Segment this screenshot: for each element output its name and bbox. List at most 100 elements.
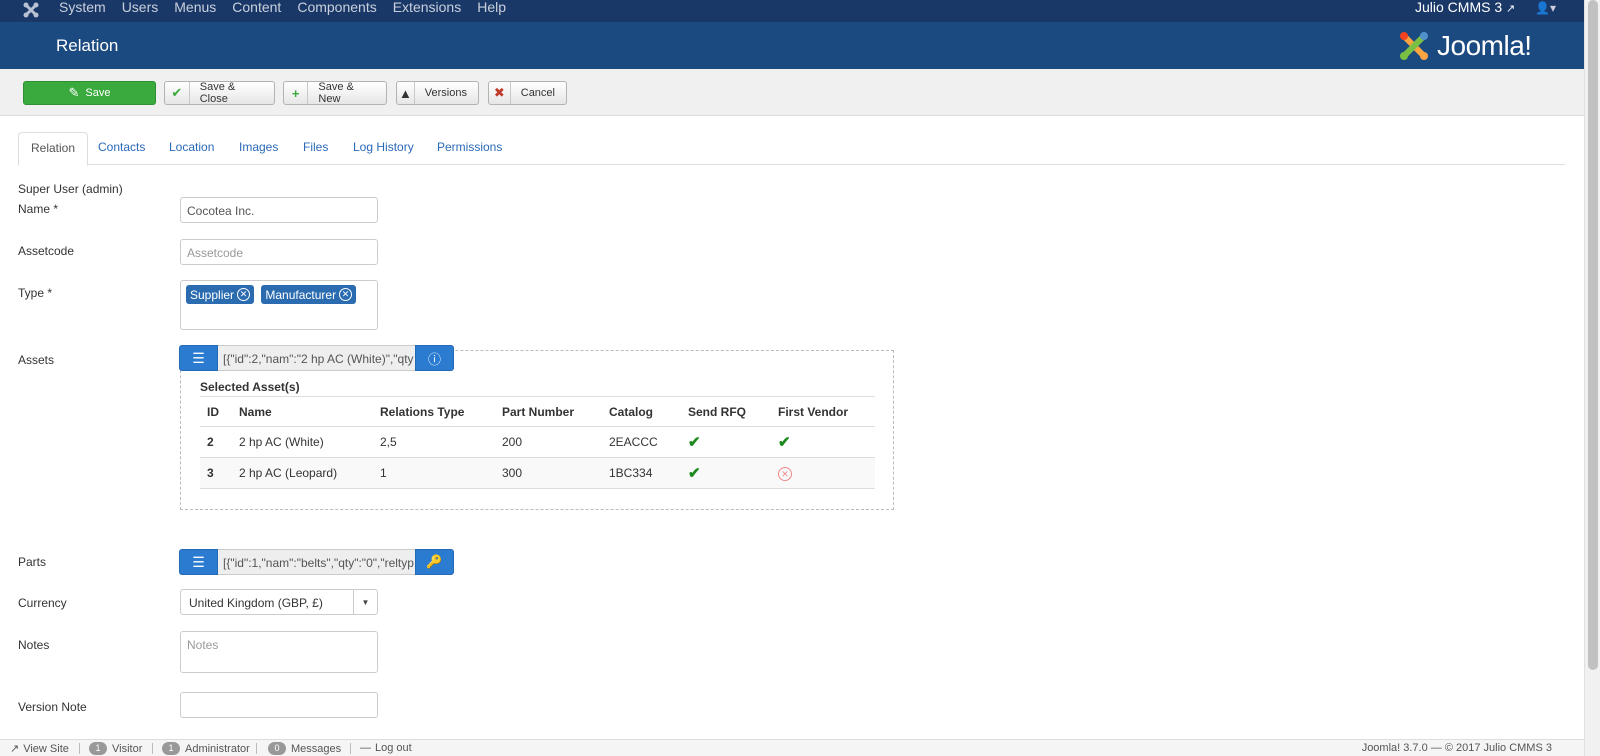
cancel-label: Cancel [520,87,555,99]
tab-files[interactable]: Files [291,132,340,165]
joomla-wordmark: Joomla! [1437,30,1532,61]
user-icon[interactable]: 👤▾ [1535,1,1556,15]
scrollbar-thumb[interactable] [1588,0,1598,670]
admin-label: Administrator [185,742,250,755]
tab-permissions[interactable]: Permissions [425,132,514,165]
cell-catalog: 2EACCC [602,426,681,458]
tab-log-history[interactable]: Log History [341,132,426,165]
tab-relation[interactable]: Relation [18,132,89,166]
chip-label: Manufacturer [265,287,337,302]
menu-system[interactable]: System [59,0,106,15]
toolbar: ✎ Save ✔ Save & Close + Save & New ▲ Ver… [0,69,1584,116]
table-row: 2 2 hp AC (White) 2,5 200 2EACCC ✔ ✔ [200,426,875,458]
col-first-vendor: First Vendor [771,396,875,427]
versions-button[interactable]: ▲ Versions [396,81,479,105]
versions-label: Versions [424,87,467,99]
logout-label: Log out [375,742,412,754]
assets-table: ID Name Relations Type Part Number Catal… [200,396,875,489]
cell-first-vendor: ✕ [771,457,875,489]
admin-count-badge: 1 [162,742,180,755]
name-label: Name * [18,202,59,216]
menu-help[interactable]: Help [477,0,506,15]
save-new-button[interactable]: + Save & New [283,81,387,105]
cell-id: 2 [200,426,232,458]
parts-label: Parts [18,555,47,569]
cell-name: 2 hp AC (Leopard) [232,457,373,489]
menu-menus[interactable]: Menus [174,0,216,15]
divider [256,743,257,754]
save-new-label: Save & New [318,81,354,105]
remove-chip-icon[interactable]: ✕ [237,288,251,301]
key-icon[interactable]: 🔑 [415,549,454,575]
tab-location[interactable]: Location [157,132,226,165]
save-button[interactable]: ✎ Save [23,81,156,105]
check-icon: ✔ [165,82,190,104]
archive-icon: ▲ [397,82,415,104]
table-row: 3 2 hp AC (Leopard) 1 300 1BC334 ✔ ✕ [200,457,875,489]
currency-label: Currency [18,596,67,610]
footer-copyright: Joomla! 3.7.0 — © 2017 Julio CMMS 3 [1361,742,1552,754]
col-name: Name [232,396,373,427]
messages-status[interactable]: 0 Messages [268,742,341,755]
edit-icon: ✎ [68,85,80,100]
info-icon[interactable]: ⓘ [415,345,454,371]
name-input[interactable]: Cocotea Inc. [180,197,378,223]
tab-bar: Relation Contacts Location Images Files … [18,132,1565,166]
external-link-icon: ↗ [10,743,20,755]
joomla-menu-icon[interactable] [22,1,40,19]
admins-status[interactable]: 1 Administrator [162,742,250,755]
type-multiselect[interactable]: Supplier ✕ Manufacturer ✕ [180,280,378,330]
cell-name: 2 hp AC (White) [232,426,373,458]
cross-circle-icon: ✕ [778,466,792,481]
list-icon[interactable]: ☰ [179,549,218,575]
tab-contacts[interactable]: Contacts [86,132,157,165]
currency-value: United Kingdom (GBP, £) [189,596,323,610]
version-note-label: Version Note [18,700,87,714]
view-site-label: View Site [23,742,69,755]
cell-catalog: 1BC334 [602,457,681,489]
remove-chip-icon[interactable]: ✕ [339,288,353,301]
caret-down-icon[interactable]: ▼ [353,590,377,614]
status-bar: ↗ View Site 1 Visitor 1 Administrator 0 … [0,739,1584,756]
cell-relations-type: 1 [373,457,495,489]
menu-components[interactable]: Components [297,0,376,15]
menu-extensions[interactable]: Extensions [393,0,461,15]
plus-icon: + [284,82,309,104]
selected-assets-box: Selected Asset(s) ID Name Relations Type… [180,350,894,510]
save-close-button[interactable]: ✔ Save & Close [164,81,275,105]
parts-json-field[interactable]: [{"id":1,"nam":"belts","qty":"0","reltyp [218,549,415,575]
version-note-input[interactable] [180,692,378,718]
vertical-scrollbar[interactable] [1584,0,1600,756]
view-site-link[interactable]: ↗ View Site [10,742,69,756]
external-link-icon: ↗ [1506,3,1516,15]
messages-count-badge: 0 [268,742,286,755]
joomla-logo: Joomla! [1397,28,1532,64]
assets-json-field[interactable]: [{"id":2,"nam":"2 hp AC (White)","qty [218,345,415,371]
cell-send-rfq: ✔ [681,457,771,489]
notes-label: Notes [18,638,50,652]
cell-send-rfq: ✔ [681,426,771,458]
visitors-status[interactable]: 1 Visitor [89,742,142,755]
divider [79,743,80,754]
menu-users[interactable]: Users [122,0,159,15]
currency-select[interactable]: United Kingdom (GBP, £) ▼ [180,589,378,615]
col-part-number: Part Number [495,396,602,427]
menu-content[interactable]: Content [232,0,281,15]
type-chip-manufacturer: Manufacturer ✕ [261,285,357,304]
chip-label: Supplier [190,287,235,302]
selected-assets-caption: Selected Asset(s) [200,380,300,394]
check-icon: ✔ [778,434,791,451]
logout-link[interactable]: — Log out [360,742,412,754]
site-link[interactable]: Julio CMMS 3 ↗ [1415,0,1515,17]
top-navbar: System Users Menus Content Components Ex… [0,0,1584,22]
site-name: Julio CMMS 3 [1415,0,1503,15]
list-icon[interactable]: ☰ [179,345,218,371]
tab-images[interactable]: Images [227,132,290,165]
visitor-label: Visitor [112,742,143,755]
parts-picker: ☰ [{"id":1,"nam":"belts","qty":"0","relt… [179,549,454,575]
assets-picker: ☰ [{"id":2,"nam":"2 hp AC (White)","qty … [179,345,454,371]
notes-textarea[interactable]: Notes [180,631,378,673]
cancel-icon: ✖ [489,82,511,104]
assetcode-input[interactable]: Assetcode [180,239,378,265]
cancel-button[interactable]: ✖ Cancel [488,81,567,105]
